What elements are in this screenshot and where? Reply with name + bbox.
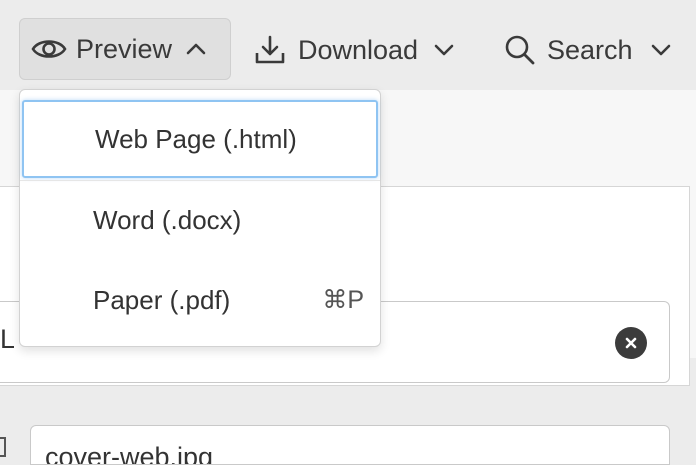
search-label: Search [547,34,633,65]
chevron-down-icon [651,43,671,57]
text-field-value: L. [0,324,14,354]
download-label: Download [298,34,419,65]
preview-dropdown-menu: Web Page (.html) Word (.docx) Paper (.pd… [19,89,381,347]
download-button[interactable]: Download [254,18,454,82]
chevron-down-icon [434,43,454,57]
clear-icon[interactable] [615,327,647,359]
menu-item-paper[interactable]: Paper (.pdf) ⌘P [20,260,380,340]
toolbar: Preview Download Search [0,0,696,90]
menu-item-label: Word (.docx) [93,205,242,235]
preview-label: Preview [76,33,173,64]
shortcut-label: ⌘P [322,286,364,314]
eye-icon [31,37,67,61]
menu-item-word[interactable]: Word (.docx) [20,180,380,260]
search-button[interactable]: Search [504,18,671,82]
preview-button[interactable]: Preview [19,18,231,80]
search-icon [504,34,536,66]
checkbox-edge[interactable] [0,437,6,457]
menu-item-label: Web Page (.html) [95,123,297,154]
download-icon [254,34,286,66]
filename-field[interactable]: cover-web.jpg [30,425,670,465]
menu-item-web-page[interactable]: Web Page (.html) [22,100,378,178]
filename-field-value: cover-web.jpg [45,442,214,465]
chevron-up-icon [186,42,206,56]
menu-item-label: Paper (.pdf) [93,284,231,315]
